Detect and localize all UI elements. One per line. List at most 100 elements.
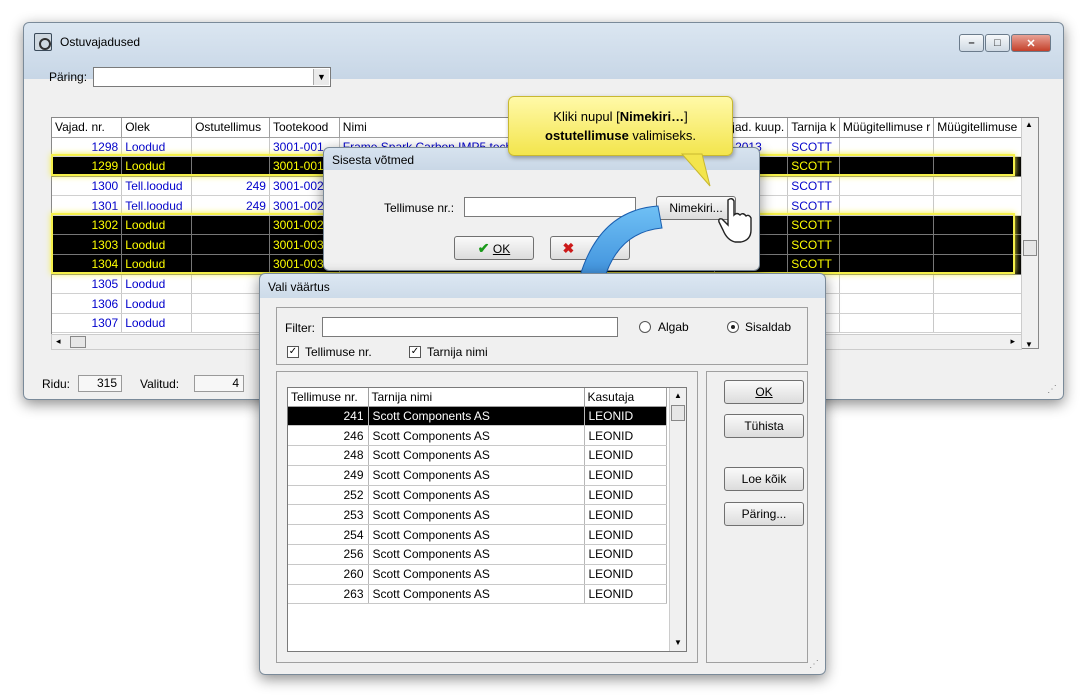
grid-cell[interactable]: Loodud: [121, 215, 193, 236]
list-cell[interactable]: LEONID: [584, 524, 667, 546]
minimize-button[interactable]: –: [959, 34, 984, 52]
grid-cell[interactable]: [839, 254, 935, 275]
grid-cell[interactable]: SCOTT: [787, 176, 840, 197]
grid-cell[interactable]: SCOTT: [787, 156, 840, 177]
checkbox-order-no[interactable]: ✓: [287, 346, 299, 358]
list-cell[interactable]: LEONID: [584, 485, 667, 506]
grid-cell[interactable]: [839, 156, 935, 177]
list-scroll-thumb[interactable]: [671, 405, 685, 421]
list-cell[interactable]: LEONID: [584, 504, 667, 526]
list-cell[interactable]: 249: [288, 465, 369, 486]
list-cell[interactable]: LEONID: [584, 564, 667, 585]
list-item[interactable]: 253 Scott Components AS LEONID: [288, 504, 667, 526]
grid-cell[interactable]: SCOTT: [787, 234, 840, 256]
grid-cell[interactable]: 1300: [52, 176, 123, 197]
list-item[interactable]: 254 Scott Components AS LEONID: [288, 524, 667, 546]
chevron-down-icon[interactable]: ▼: [313, 69, 329, 85]
list-item[interactable]: 246 Scott Components AS LEONID: [288, 425, 667, 447]
list-item[interactable]: 249 Scott Components AS LEONID: [288, 465, 667, 486]
grid-cell[interactable]: SCOTT: [787, 137, 840, 158]
hscroll-thumb[interactable]: [70, 336, 86, 348]
scroll-thumb[interactable]: [1023, 240, 1037, 256]
list-cell[interactable]: LEONID: [584, 465, 667, 486]
list-cell[interactable]: LEONID: [584, 544, 667, 565]
resize-grip-icon[interactable]: ⋰: [1047, 384, 1057, 395]
grid-header[interactable]: Tootekood: [269, 118, 340, 138]
main-titlebar[interactable]: Ostuvajadused – □ ✕: [32, 31, 1055, 53]
list-cell[interactable]: 253: [288, 504, 369, 526]
filter-input[interactable]: [322, 317, 618, 337]
pick-cancel-button[interactable]: Tühista: [724, 414, 804, 438]
maximize-button[interactable]: □: [985, 34, 1010, 52]
list-vertical-scrollbar[interactable]: ▲ ▼: [669, 388, 686, 651]
list-cell[interactable]: 260: [288, 564, 369, 585]
list-cell[interactable]: Scott Components AS: [368, 504, 585, 526]
load-all-button[interactable]: Loe kõik: [724, 467, 804, 491]
grid-cell[interactable]: [191, 274, 270, 295]
list-cell[interactable]: 241: [288, 406, 369, 427]
list-header[interactable]: Kasutaja: [584, 388, 667, 407]
list-cell[interactable]: 248: [288, 445, 369, 466]
grid-cell[interactable]: [839, 137, 935, 158]
grid-cell[interactable]: [839, 313, 935, 334]
grid-cell[interactable]: [839, 215, 935, 236]
scroll-right-icon[interactable]: ▸: [1010, 336, 1015, 347]
grid-cell[interactable]: [191, 234, 270, 256]
grid-cell[interactable]: [191, 293, 270, 314]
grid-cell[interactable]: [191, 254, 270, 275]
list-item[interactable]: 263 Scott Components AS LEONID: [288, 584, 667, 605]
list-cell[interactable]: 246: [288, 425, 369, 447]
scroll-up-icon[interactable]: ▲: [1025, 120, 1033, 129]
grid-vertical-scrollbar[interactable]: ▲ ▼: [1021, 118, 1038, 348]
list-cell[interactable]: 254: [288, 524, 369, 546]
grid-cell[interactable]: 1307: [52, 313, 123, 334]
list-item[interactable]: 256 Scott Components AS LEONID: [288, 544, 667, 565]
grid-cell[interactable]: 249: [191, 195, 270, 216]
values-list[interactable]: Tellimuse nr. Tarnija nimi Kasutaja 241 Sco…: [287, 387, 687, 652]
grid-header[interactable]: Tarnija k: [787, 118, 840, 138]
grid-cell[interactable]: 1302: [52, 215, 123, 236]
grid-cell[interactable]: [839, 234, 935, 256]
grid-header[interactable]: Vajad. nr.: [52, 118, 123, 138]
list-cell[interactable]: Scott Components AS: [368, 425, 585, 447]
list-cell[interactable]: LEONID: [584, 406, 667, 427]
list-cell[interactable]: Scott Components AS: [368, 406, 585, 427]
grid-cell[interactable]: 1306: [52, 293, 123, 314]
grid-cell[interactable]: Loodud: [121, 156, 193, 177]
grid-cell[interactable]: 1305: [52, 274, 123, 295]
grid-cell[interactable]: Tell.loodud: [121, 195, 193, 216]
grid-cell[interactable]: [839, 176, 935, 197]
grid-cell[interactable]: Loodud: [121, 254, 193, 275]
list-cell[interactable]: Scott Components AS: [368, 465, 585, 486]
radio-contains[interactable]: [727, 321, 739, 333]
list-cell[interactable]: LEONID: [584, 584, 667, 605]
grid-cell[interactable]: SCOTT: [787, 254, 840, 275]
grid-header[interactable]: Müügitellimuse r: [839, 118, 935, 138]
pick-ok-button[interactable]: OK: [724, 380, 804, 404]
query-button[interactable]: Päring...: [724, 502, 804, 526]
radio-starts[interactable]: [639, 321, 651, 333]
grid-cell[interactable]: [839, 274, 935, 295]
grid-cell[interactable]: [839, 195, 935, 216]
grid-cell[interactable]: 1303: [52, 234, 123, 256]
grid-cell[interactable]: Loodud: [121, 137, 193, 158]
list-cell[interactable]: 263: [288, 584, 369, 605]
list-cell[interactable]: Scott Components AS: [368, 524, 585, 546]
list-cell[interactable]: Scott Components AS: [368, 584, 585, 605]
scroll-left-icon[interactable]: ◂: [56, 336, 61, 347]
list-header[interactable]: Tarnija nimi: [368, 388, 585, 407]
grid-cell[interactable]: Loodud: [121, 274, 193, 295]
list-cell[interactable]: 256: [288, 544, 369, 565]
grid-cell[interactable]: [191, 137, 270, 158]
grid-cell[interactable]: 249: [191, 176, 270, 197]
list-scroll-down-icon[interactable]: ▼: [674, 638, 682, 647]
list-cell[interactable]: Scott Components AS: [368, 564, 585, 585]
grid-cell[interactable]: [839, 293, 935, 314]
grid-cell[interactable]: 1299: [52, 156, 123, 177]
grid-cell[interactable]: 1298: [52, 137, 123, 158]
close-button[interactable]: ✕: [1011, 34, 1051, 52]
grid-cell[interactable]: SCOTT: [787, 195, 840, 216]
list-cell[interactable]: Scott Components AS: [368, 445, 585, 466]
grid-cell[interactable]: [191, 313, 270, 334]
grid-cell[interactable]: Tell.loodud: [121, 176, 193, 197]
